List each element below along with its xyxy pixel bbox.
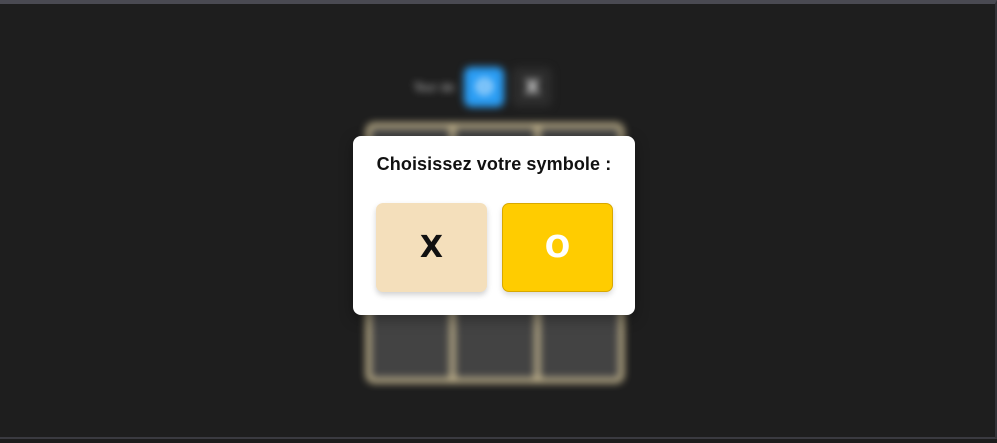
- turn-indicator: Tour de O X: [414, 67, 553, 107]
- symbol-choice-modal: Choisissez votre symbole : X O: [353, 136, 635, 315]
- modal-title: Choisissez votre symbole :: [376, 154, 612, 174]
- app-window: Tour de O X Choisissez votre symbole : X…: [0, 0, 997, 439]
- turn-chip-x: X: [512, 67, 553, 107]
- turn-chip-o: O: [464, 67, 505, 107]
- choose-o-button[interactable]: O: [502, 203, 613, 292]
- turn-label: Tour de: [414, 80, 455, 94]
- choose-x-button[interactable]: X: [376, 203, 487, 292]
